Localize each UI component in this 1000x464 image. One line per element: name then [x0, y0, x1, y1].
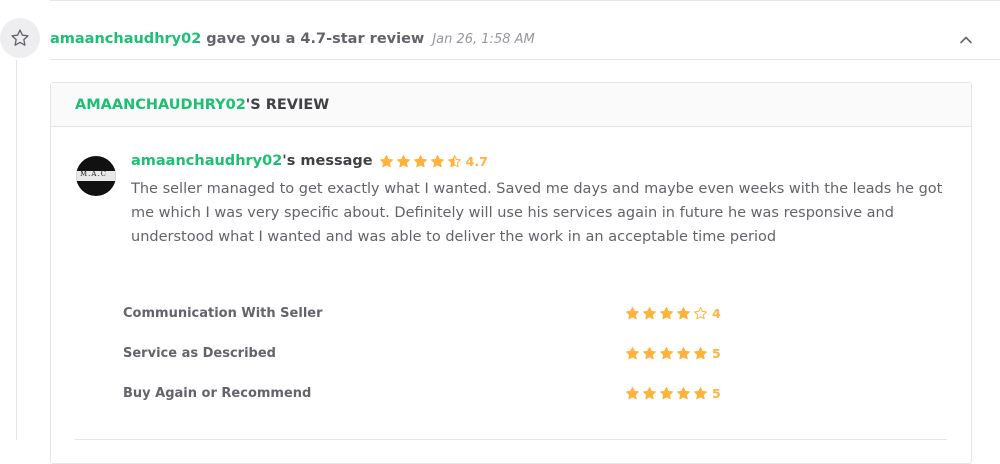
star-filled-icon: [396, 154, 410, 167]
avatar-logo-text: M.A.C: [80, 170, 108, 178]
rating-label: Communication With Seller: [123, 305, 323, 321]
star-filled-icon: [677, 386, 690, 399]
rating-label: Buy Again or Recommend: [123, 385, 312, 401]
rating-row-communication: Communication With Seller 4: [123, 303, 923, 323]
timeline-line: [16, 60, 17, 440]
review-card-title-user: AMAANCHAUDHRY02: [75, 96, 246, 113]
star-filled-icon: [413, 154, 427, 167]
message-username-link[interactable]: amaanchaudhry02: [131, 153, 282, 169]
rating-value: 5: [712, 345, 721, 361]
rating-label: Service as Described: [123, 345, 276, 361]
review-card-title-suffix: 'S REVIEW: [245, 96, 330, 113]
review-card: AMAANCHAUDHRY02 'S REVIEW M.A.C amaanchau…: [50, 82, 972, 464]
header-divider: [50, 59, 1000, 60]
rating-stars: [625, 346, 708, 361]
star-filled-icon: [643, 386, 656, 399]
star-filled-icon: [379, 154, 393, 167]
star-filled-icon: [677, 306, 690, 319]
star-filled-icon: [626, 306, 639, 319]
activity-icon-badge: [0, 18, 40, 58]
top-divider: [50, 0, 1000, 4]
rating-stars: [625, 386, 708, 401]
star-half-icon: [447, 154, 461, 167]
rating-stars: [625, 306, 708, 321]
rating-row-service: Service as Described 5: [123, 343, 923, 363]
message-star-rating: [379, 154, 462, 169]
review-message-body: The seller managed to get exactly what I…: [131, 181, 943, 245]
review-card-title: AMAANCHAUDHRY02 'S REVIEW: [51, 83, 971, 127]
star-filled-icon: [694, 346, 707, 359]
rating-row-recommend: Buy Again or Recommend 5: [123, 383, 923, 403]
message-header: amaanchaudhry02's message 4.7: [131, 153, 488, 169]
rating-value: 5: [712, 385, 721, 401]
star-filled-icon: [694, 386, 707, 399]
star-outline-icon: [11, 29, 29, 46]
star-filled-icon: [660, 306, 673, 319]
message-rating-value: 4.7: [465, 153, 488, 169]
star-filled-icon: [626, 346, 639, 359]
message-suffix: 's message: [282, 153, 373, 169]
star-filled-icon: [643, 306, 656, 319]
star-filled-icon: [677, 346, 690, 359]
star-empty-icon: [694, 306, 707, 319]
activity-timestamp: Jan 26, 1:58 AM: [432, 31, 535, 47]
star-filled-icon: [643, 346, 656, 359]
star-filled-icon: [660, 386, 673, 399]
chevron-up-icon: [960, 36, 972, 44]
star-filled-icon: [430, 154, 444, 167]
activity-header: amaanchaudhry02 gave you a 4.7-star revi…: [50, 28, 1000, 50]
reviewer-avatar[interactable]: M.A.C: [76, 156, 116, 196]
rating-value: 4: [712, 305, 721, 321]
activity-action-text: gave you a 4.7-star review: [206, 31, 425, 47]
reviewer-username-link[interactable]: amaanchaudhry02: [50, 31, 201, 47]
star-filled-icon: [660, 346, 673, 359]
collapse-button[interactable]: [958, 32, 974, 48]
star-filled-icon: [626, 386, 639, 399]
